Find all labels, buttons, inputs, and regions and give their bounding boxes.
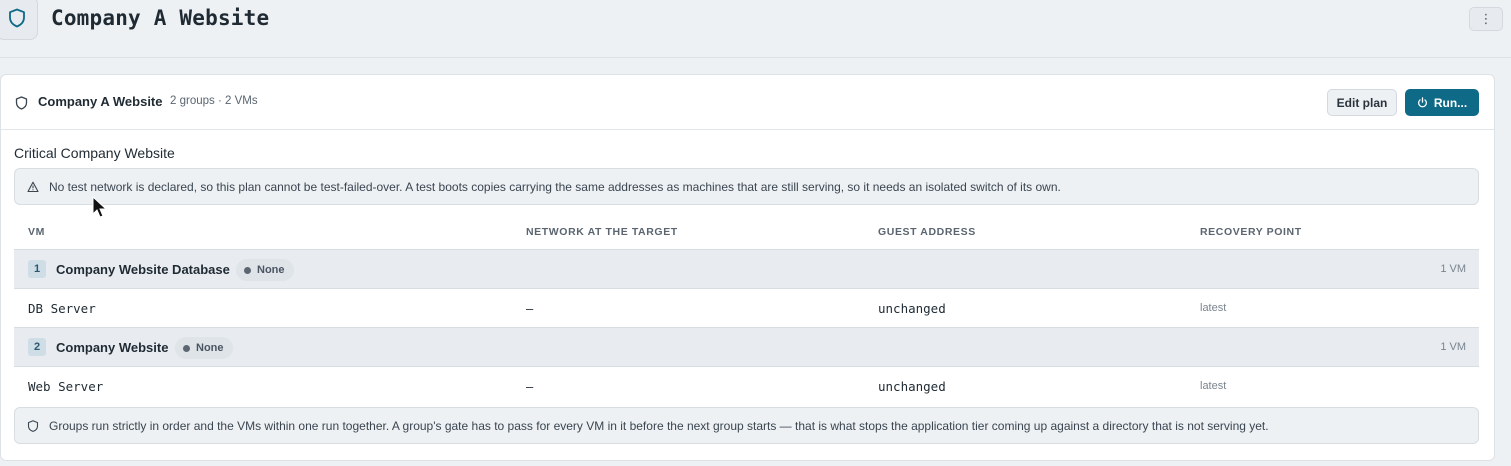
edit-plan-button[interactable]: Edit plan (1327, 89, 1397, 116)
table-row[interactable]: Web Server – unchanged latest (14, 367, 1479, 405)
plan-card: Company A Website 2 groups · 2 VMs Edit … (0, 74, 1495, 461)
vm-recovery-point: latest (1200, 380, 1227, 392)
info-text: Groups run strictly in order and the VMs… (49, 419, 1269, 433)
status-dot-icon (244, 266, 251, 274)
warning-text: No test network is declared, so this pla… (49, 180, 1061, 194)
column-header-network[interactable]: NETWORK AT THE TARGET (526, 226, 678, 238)
status-badge-label: None (257, 264, 285, 276)
column-header-recovery[interactable]: RECOVERY POINT (1200, 226, 1302, 238)
group-number: 2 (28, 338, 46, 356)
vm-address: unchanged (878, 379, 946, 394)
run-button-label: Run... (1433, 95, 1468, 110)
shield-icon (15, 96, 28, 110)
group-name: Company Website Database (56, 262, 230, 277)
vm-name: Web Server (28, 379, 104, 394)
kebab-icon[interactable]: ⋮ (1469, 7, 1503, 31)
shield-icon[interactable] (0, 0, 38, 40)
status-dot-icon (183, 344, 190, 352)
table-row[interactable]: DB Server – unchanged latest (14, 289, 1479, 327)
section-title: Critical Company Website (14, 145, 175, 161)
vm-address: unchanged (878, 301, 946, 316)
group-vm-count: 1 VM (1440, 263, 1466, 275)
vm-name: DB Server (28, 301, 96, 316)
vm-network: – (526, 379, 534, 394)
group-row[interactable]: 1 Company Website Database None 1 VM (14, 249, 1479, 289)
vm-recovery-point: latest (1200, 302, 1227, 314)
warning-icon (27, 181, 39, 193)
vm-network: – (526, 301, 534, 316)
group-number: 1 (28, 260, 46, 278)
run-button[interactable]: Run... (1405, 89, 1479, 116)
status-badge-label: None (196, 342, 224, 354)
mouse-cursor-icon (92, 196, 108, 218)
plan-meta: 2 groups · 2 VMs (170, 95, 258, 107)
info-notice: Groups run strictly in order and the VMs… (14, 407, 1479, 444)
column-header-address[interactable]: GUEST ADDRESS (878, 226, 976, 238)
status-badge: None (236, 259, 294, 281)
group-name: Company Website (56, 340, 169, 355)
power-icon (1417, 97, 1427, 108)
shield-icon (27, 420, 39, 432)
group-vm-count: 1 VM (1440, 341, 1466, 353)
plan-header: Company A Website 2 groups · 2 VMs Edit … (1, 75, 1494, 130)
top-bar: Company A Website ⋮ (0, 0, 1511, 58)
plan-title: Company A Website (38, 94, 163, 109)
status-badge: None (175, 337, 233, 359)
column-header-vm[interactable]: VM (28, 226, 45, 238)
warning-notice: No test network is declared, so this pla… (14, 168, 1479, 205)
group-row[interactable]: 2 Company Website None 1 VM (14, 327, 1479, 367)
page-title: Company A Website (51, 6, 270, 30)
